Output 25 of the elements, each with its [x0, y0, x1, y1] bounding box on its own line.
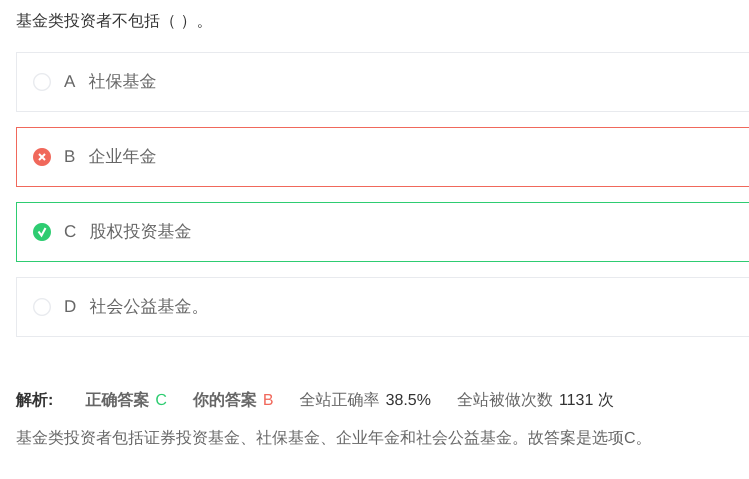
answer-option[interactable]: C 股权投资基金: [16, 202, 749, 262]
answer-option[interactable]: B 企业年金: [16, 127, 749, 187]
your-answer-label: 你的答案: [192, 390, 257, 411]
stat-value: 1131 次: [558, 391, 614, 411]
correct-answer-value: C: [155, 391, 167, 411]
check-icon: [33, 223, 51, 241]
option-letter: A: [64, 71, 76, 94]
explanation-text: 基金类投资者包括证券投资基金、社保基金、企业年金和社会公益基金。故答案是选项C。: [16, 428, 653, 449]
option-text: 股权投资基金: [89, 221, 192, 244]
option-text: 企业年金: [88, 146, 156, 168]
cross-icon: [33, 148, 51, 166]
correct-answer-label: 正确答案: [85, 390, 150, 411]
stat-label: 全站被做次数: [456, 390, 553, 411]
question-text: 基金类投资者不包括（ ）。: [16, 12, 214, 32]
option-letter: B: [64, 146, 76, 168]
analysis-label: 解析:: [16, 390, 54, 411]
answer-option[interactable]: A 社保基金: [16, 52, 749, 112]
option-letter: D: [64, 296, 76, 318]
stat-value: 38.5%: [386, 391, 431, 411]
answer-option[interactable]: D 社会公益基金。: [16, 277, 749, 337]
option-text: 社保基金: [88, 71, 156, 94]
option-text: 社会公益基金。: [89, 296, 208, 318]
option-letter: C: [64, 221, 76, 244]
your-answer-value: B: [262, 391, 274, 411]
stat-label: 全站正确率: [300, 390, 380, 411]
